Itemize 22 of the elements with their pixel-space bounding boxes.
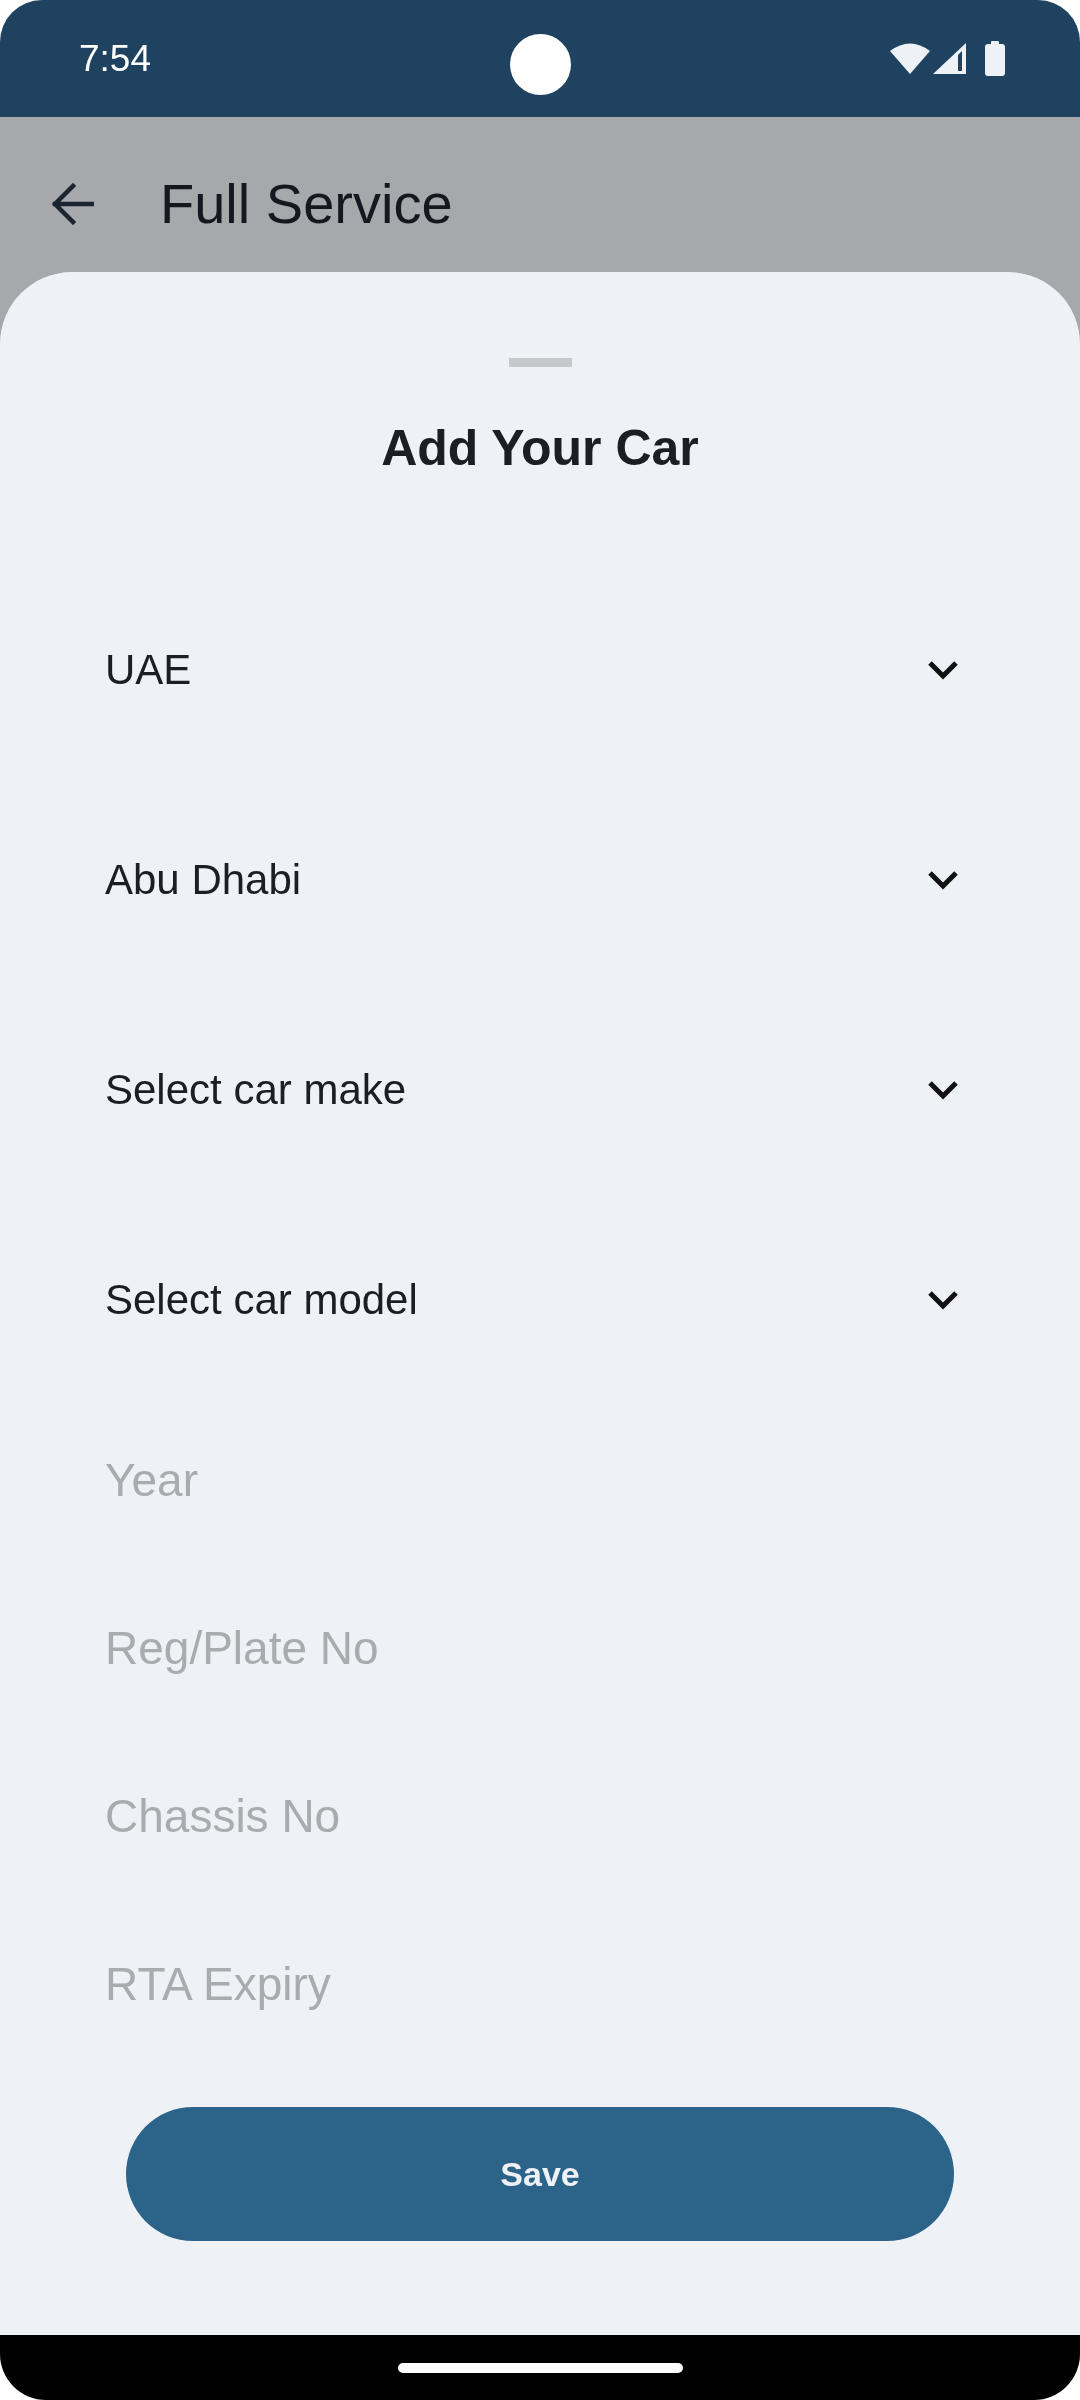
input-field[interactable]: Chassis No — [105, 1756, 959, 1876]
chevron-down-icon — [927, 1290, 959, 1310]
signal-icon — [933, 43, 966, 74]
back-arrow-icon[interactable] — [50, 182, 94, 225]
dropdown[interactable]: UAE — [105, 610, 959, 730]
dropdown[interactable]: Abu Dhabi — [105, 820, 959, 940]
wifi-icon — [890, 43, 930, 74]
input-field[interactable]: Year — [105, 1420, 959, 1540]
chevron-down-icon — [927, 660, 959, 680]
dropdown[interactable]: Select car model — [105, 1240, 959, 1360]
page-title: Full Service — [160, 170, 453, 237]
save-button[interactable]: Save — [126, 2107, 954, 2241]
input-field[interactable]: Reg/Plate No — [105, 1588, 959, 1708]
dropdown[interactable]: Select car make — [105, 1030, 959, 1150]
chevron-down-icon — [927, 870, 959, 890]
battery-icon — [985, 41, 1005, 76]
chevron-down-icon — [927, 1080, 959, 1100]
home-indicator[interactable] — [397, 2363, 683, 2373]
sheet-title: Add Your Car — [381, 419, 699, 478]
status-time: 7:54 — [79, 36, 151, 81]
drag-handle[interactable] — [508, 358, 572, 367]
input-field[interactable]: RTA Expiry — [105, 1924, 959, 2044]
